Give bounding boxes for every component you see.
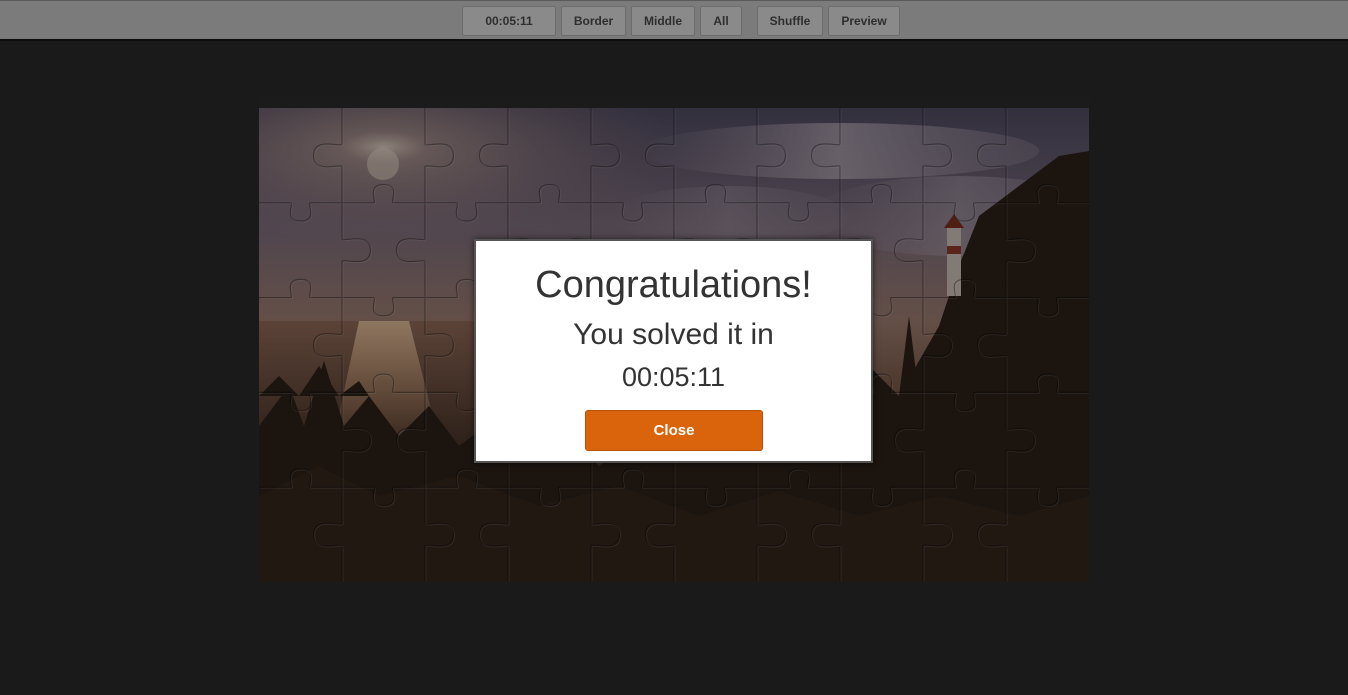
timer-display: 00:05:11 (462, 6, 556, 36)
border-button[interactable]: Border (561, 6, 626, 36)
dialog-time: 00:05:11 (621, 362, 726, 392)
dialog-title: Congratulations! (535, 264, 812, 306)
preview-button[interactable]: Preview (828, 6, 900, 36)
toolbar: 00:05:11 Border Middle All Shuffle Previ… (0, 0, 1348, 41)
dialog-message: You solved it in (573, 318, 774, 351)
shuffle-button[interactable]: Shuffle (757, 6, 823, 36)
congratulations-dialog: Congratulations! You solved it in 00:05:… (474, 239, 873, 463)
middle-button[interactable]: Middle (631, 6, 695, 36)
close-button[interactable]: Close (585, 410, 763, 451)
all-button[interactable]: All (700, 6, 742, 36)
